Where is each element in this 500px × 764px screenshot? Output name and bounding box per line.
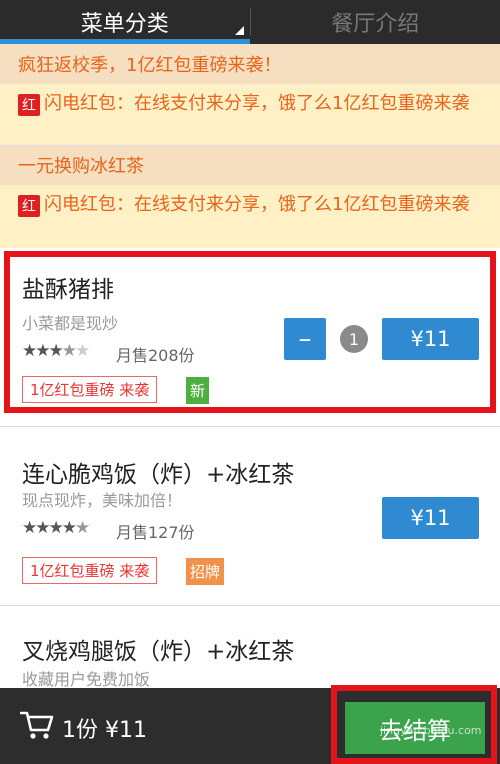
new-badge: 新 xyxy=(186,377,210,404)
promo-tag: 1亿红包重磅 来袭 xyxy=(22,557,158,584)
item-description: 收藏用户免费加饭 xyxy=(22,670,151,689)
section-title: 疯狂返校季，1亿红包重磅来袭！ xyxy=(18,55,282,76)
cart-icon[interactable] xyxy=(20,710,54,740)
item-name: 盐酥猪排 xyxy=(22,277,114,303)
section-header[interactable]: 疯狂返校季，1亿红包重磅来袭！ xyxy=(0,44,500,84)
promo-banner: 红 闪电红包：在线支付来分享，饿了么1亿红包重磅来袭 xyxy=(0,185,500,248)
item-description: 现点现炸，美味加倍！ xyxy=(22,491,183,510)
quantity-indicator: 1 xyxy=(340,325,368,353)
tab-menu-categories[interactable]: 菜单分类 xyxy=(0,0,250,44)
section-title: 一元换购冰红茶 xyxy=(18,156,144,177)
item-description: 小菜都是现炒 xyxy=(22,314,119,333)
promo-banner: 红 闪电红包：在线支付来分享，饿了么1亿红包重磅来袭 xyxy=(0,84,500,144)
monthly-sales: 月售208份 xyxy=(116,346,195,365)
section-header[interactable]: 一元换购冰红茶 xyxy=(0,145,500,185)
add-to-cart-price-button[interactable]: ¥11 xyxy=(382,497,479,539)
rating-stars: ★★★★★ xyxy=(22,341,90,361)
promo-text: 闪电红包：在线支付来分享，饿了么1亿红包重磅来袭 xyxy=(44,194,470,215)
tab-restaurant-intro-label: 餐厅介绍 xyxy=(331,12,420,37)
watermark-text: jingyan.baidu.com xyxy=(380,724,482,737)
cart-summary[interactable]: 1份 ¥11 xyxy=(62,712,147,744)
menu-item[interactable]: 连心脆鸡饭（炸）+冰红茶 现点现炸，美味加倍！ ★★★★★ 月售127份 1亿红… xyxy=(0,427,500,605)
menu-item[interactable]: 盐酥猪排 小菜都是现炒 ★★★★★ 月售208份 1亿红包重磅 来袭 新 – 1… xyxy=(0,248,500,426)
promo-text: 闪电红包：在线支付来分享，饿了么1亿红包重磅来袭 xyxy=(44,93,470,114)
tab-menu-categories-label: 菜单分类 xyxy=(80,12,169,37)
tab-restaurant-intro[interactable]: 餐厅介绍 xyxy=(251,0,500,44)
menu-item[interactable]: 叉烧鸡腿饭（炸）+冰红茶 收藏用户免费加饭 xyxy=(0,606,500,689)
decrease-quantity-button[interactable]: – xyxy=(284,318,326,360)
red-envelope-badge-icon: 红 xyxy=(18,94,40,116)
corner-triangle-icon xyxy=(234,26,244,35)
red-envelope-badge-icon: 红 xyxy=(18,195,40,217)
add-to-cart-price-button[interactable]: ¥11 xyxy=(382,318,479,360)
rating-stars: ★★★★★ xyxy=(22,518,90,538)
item-name: 连心脆鸡饭（炸）+冰红茶 xyxy=(22,462,295,488)
signature-badge: 招牌 xyxy=(186,558,225,585)
monthly-sales: 月售127份 xyxy=(116,523,195,542)
promo-tag: 1亿红包重磅 来袭 xyxy=(22,376,158,403)
tab-bar: 菜单分类 餐厅介绍 xyxy=(0,0,500,44)
item-name: 叉烧鸡腿饭（炸）+冰红茶 xyxy=(22,639,295,665)
